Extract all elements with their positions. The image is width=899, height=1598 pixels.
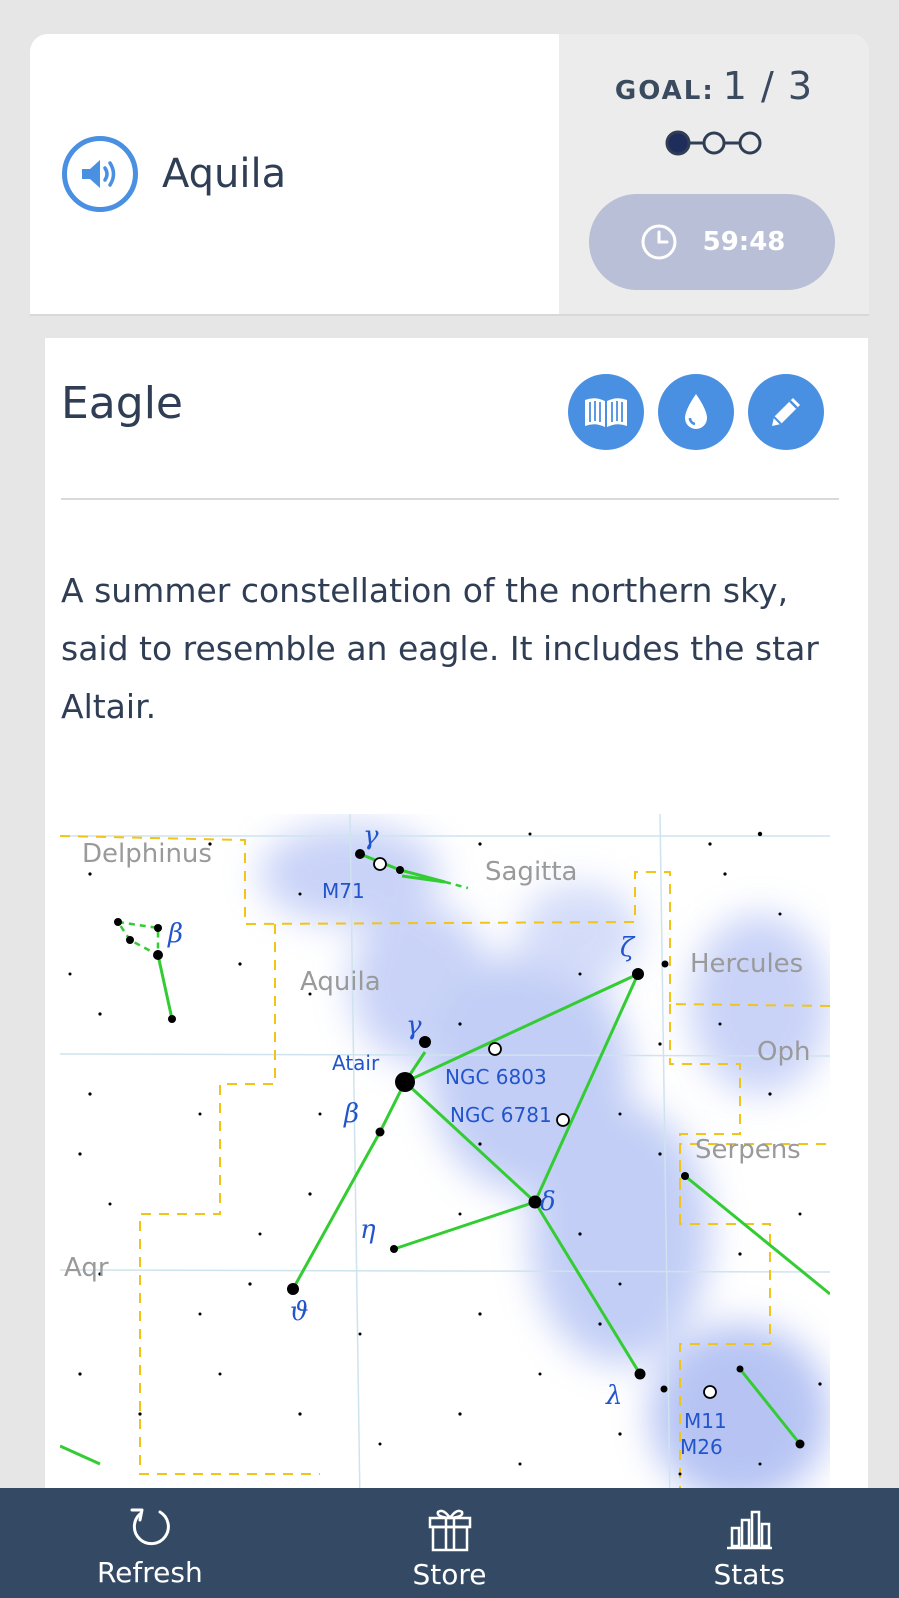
map-label-hercules: Hercules bbox=[690, 949, 803, 979]
speaker-icon bbox=[82, 160, 116, 188]
map-label-theta: ϑ bbox=[290, 1297, 309, 1327]
header-card: Aquila GOAL: 1 / 3 59:48 bbox=[30, 34, 869, 316]
edit-button[interactable] bbox=[748, 374, 824, 450]
book-icon bbox=[585, 398, 627, 427]
timer-pill: 59:48 bbox=[589, 194, 835, 290]
speaker-button[interactable] bbox=[62, 136, 138, 212]
card-word: Eagle bbox=[61, 378, 183, 429]
goal-value: 1 / 3 bbox=[722, 64, 814, 108]
bottom-nav: Refresh Store Stats bbox=[0, 1488, 899, 1598]
map-label-serpens: Serpens bbox=[695, 1135, 801, 1165]
map-label-oph: Oph bbox=[757, 1037, 810, 1067]
gift-icon bbox=[428, 1509, 471, 1552]
nav-refresh[interactable]: Refresh bbox=[0, 1488, 300, 1598]
nav-stats[interactable]: Stats bbox=[599, 1488, 899, 1598]
goal-indicator: GOAL: 1 / 3 bbox=[615, 64, 813, 108]
nav-store-label: Store bbox=[412, 1558, 487, 1591]
progress-dot-1 bbox=[665, 130, 691, 156]
nav-stats-label: Stats bbox=[713, 1558, 785, 1591]
star-map: Delphinus Sagitta Hercules Aquila Oph Se… bbox=[60, 814, 830, 1488]
dictionary-button[interactable] bbox=[568, 374, 644, 450]
constellation-title: Aquila bbox=[162, 151, 287, 197]
map-label-delphinus: Delphinus bbox=[82, 839, 212, 869]
bar-chart-icon bbox=[727, 1510, 773, 1550]
goal-progress-dots bbox=[665, 130, 762, 156]
map-label-aquila: Aquila bbox=[300, 967, 381, 997]
map-label-delta: δ bbox=[540, 1187, 556, 1217]
progress-dot-3 bbox=[738, 131, 762, 155]
content-card: Eagle A summer constellation of the nort… bbox=[45, 338, 868, 1488]
map-label-zeta: ζ bbox=[620, 933, 636, 963]
drop-button[interactable] bbox=[658, 374, 734, 450]
refresh-icon bbox=[130, 1508, 170, 1546]
map-label-gamma-sge: γ bbox=[363, 821, 379, 851]
progress-dot-2 bbox=[702, 131, 726, 155]
map-label-gamma: γ bbox=[406, 1011, 422, 1041]
map-label-lambda: λ bbox=[605, 1381, 622, 1411]
nav-store[interactable]: Store bbox=[300, 1488, 600, 1598]
map-label-ngc6781: NGC 6781 bbox=[450, 1103, 552, 1127]
map-label-sagitta: Sagitta bbox=[485, 857, 578, 887]
map-label-m26: M26 bbox=[680, 1435, 723, 1459]
header-left: Aquila bbox=[30, 34, 559, 314]
clock-icon bbox=[641, 224, 677, 260]
nav-refresh-label: Refresh bbox=[96, 1556, 203, 1589]
map-label-beta: β bbox=[343, 1099, 359, 1129]
divider bbox=[61, 498, 839, 500]
map-label-ngc6803: NGC 6803 bbox=[445, 1065, 547, 1089]
card-definition: A summer constellation of the northern s… bbox=[61, 571, 819, 726]
pencil-icon bbox=[772, 398, 800, 426]
timer-value: 59:48 bbox=[702, 227, 786, 257]
map-label-altair: Atair bbox=[332, 1051, 380, 1075]
water-drop-icon bbox=[685, 394, 707, 429]
map-label-aqr: Aqr bbox=[64, 1253, 109, 1283]
goal-label: GOAL: bbox=[614, 76, 715, 106]
map-label-eta: η bbox=[360, 1215, 376, 1245]
header-right: GOAL: 1 / 3 59:48 bbox=[559, 34, 869, 314]
map-label-beta-del: β bbox=[167, 919, 183, 949]
map-label-m11: M11 bbox=[684, 1409, 727, 1433]
map-label-m71: M71 bbox=[322, 879, 365, 903]
card-actions bbox=[568, 374, 824, 450]
